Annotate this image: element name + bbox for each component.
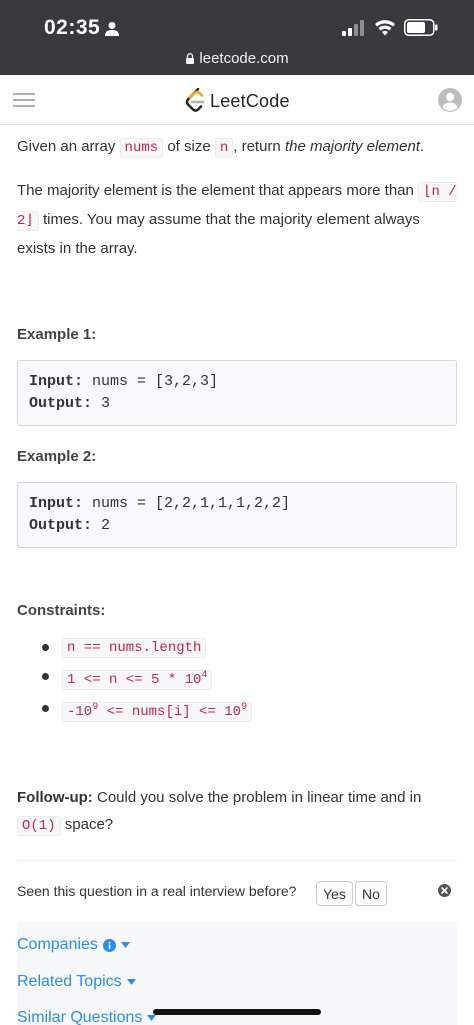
- inline-code: n == nums.length: [62, 638, 207, 658]
- constraints-heading: Constraints:: [17, 602, 106, 619]
- interview-feedback-bar: Seen this question in a real interview b…: [17, 860, 457, 922]
- problem-paragraph-2: The majority element is the element that…: [17, 177, 457, 262]
- companies-label: Companies: [17, 936, 98, 953]
- followup-paragraph: Follow-up: Could you solve the problem i…: [17, 784, 457, 840]
- example-output-line: Output: 2: [29, 515, 445, 537]
- input-label: Input:: [29, 373, 84, 390]
- text: times. You may assume that the majority …: [17, 211, 420, 257]
- leetcode-logo-icon: [185, 88, 205, 112]
- text: The majority element is the element that…: [17, 182, 419, 199]
- interview-question-text: Seen this question in a real interview b…: [17, 883, 297, 899]
- battery-icon: [404, 19, 438, 36]
- output-label: Output:: [29, 517, 93, 534]
- user-avatar-icon[interactable]: [438, 88, 462, 112]
- text: , return: [233, 138, 285, 155]
- companies-link[interactable]: Companies: [17, 936, 130, 954]
- inline-code: -109 <= nums[i] <= 109: [62, 702, 253, 722]
- emphasis-text: the majority element: [284, 138, 420, 155]
- url-text: leetcode.com: [199, 50, 289, 67]
- bullet-icon: [42, 673, 49, 680]
- related-topics-link[interactable]: Related Topics: [17, 973, 136, 991]
- related-topics-label: Related Topics: [17, 973, 122, 990]
- inline-code: 1 <= n <= 5 * 104: [62, 670, 213, 690]
- problem-description: Given an array nums of size n, return th…: [17, 125, 457, 840]
- logo-text: LeetCode: [210, 90, 290, 111]
- input-value: nums = [3,2,3]: [83, 373, 219, 390]
- superscript: 9: [241, 702, 248, 713]
- example-input-line: Input: nums = [3,2,3]: [29, 371, 445, 393]
- similar-questions-link[interactable]: Similar Questions: [17, 1009, 157, 1025]
- constraints-list: n == nums.length 1 <= n <= 5 * 104 -109 …: [17, 633, 457, 726]
- output-label: Output:: [29, 395, 93, 412]
- chevron-down-icon: [147, 1015, 157, 1021]
- address-bar[interactable]: leetcode.com: [0, 50, 474, 67]
- example-input-line: Input: nums = [2,2,1,1,1,2,2]: [29, 493, 445, 515]
- bullet-icon: [42, 705, 49, 712]
- list-item: -109 <= nums[i] <= 109: [17, 694, 457, 726]
- followup-label: Follow-up:: [17, 789, 93, 806]
- info-icon: [102, 938, 116, 952]
- similar-questions-label: Similar Questions: [17, 1009, 143, 1025]
- code-text: <= nums[i] <= 10: [98, 704, 242, 720]
- site-header: LeetCode: [0, 75, 474, 125]
- input-label: Input:: [29, 495, 84, 512]
- inline-code: n: [214, 138, 234, 158]
- example-output-line: Output: 3: [29, 393, 445, 415]
- text: Given an array: [17, 138, 120, 155]
- person-icon: [105, 22, 119, 36]
- example-1-box: Input: nums = [3,2,3] Output: 3: [17, 360, 457, 426]
- code-text: 1 <= n <= 5 * 10: [67, 672, 202, 688]
- leetcode-logo[interactable]: LeetCode: [184, 87, 290, 115]
- text: space?: [60, 816, 114, 833]
- lock-icon: [186, 53, 195, 64]
- inline-code: O(1): [17, 816, 61, 836]
- hamburger-menu-icon[interactable]: [13, 92, 35, 108]
- close-icon[interactable]: [438, 884, 451, 897]
- chevron-down-icon: [126, 979, 136, 985]
- example-1-heading: Example 1:: [17, 326, 97, 343]
- superscript: 4: [201, 670, 208, 681]
- example-2-heading: Example 2:: [17, 448, 97, 465]
- home-indicator[interactable]: [153, 1009, 321, 1015]
- text: .: [420, 138, 425, 155]
- output-value: 3: [92, 395, 111, 412]
- text: Could you solve the problem in linear ti…: [92, 789, 422, 806]
- example-2-box: Input: nums = [2,2,1,1,1,2,2] Output: 2: [17, 482, 457, 548]
- problem-paragraph-1: Given an array nums of size n, return th…: [17, 133, 457, 162]
- inline-code: nums: [119, 138, 164, 158]
- text: of size: [163, 138, 215, 155]
- list-item: 1 <= n <= 5 * 104: [17, 662, 457, 694]
- list-item: n == nums.length: [17, 633, 457, 662]
- yes-button[interactable]: Yes: [316, 881, 353, 906]
- wifi-icon: [375, 20, 395, 36]
- input-value: nums = [2,2,1,1,1,2,2]: [83, 495, 291, 512]
- output-value: 2: [92, 517, 111, 534]
- cellular-signal-icon: [342, 20, 364, 36]
- chevron-down-icon: [120, 942, 130, 948]
- no-button[interactable]: No: [355, 881, 387, 906]
- status-bar: 02:35 leetcode.com: [0, 0, 474, 75]
- code-text: -10: [67, 704, 93, 720]
- bullet-icon: [42, 644, 49, 651]
- clock-time: 02:35: [44, 16, 101, 39]
